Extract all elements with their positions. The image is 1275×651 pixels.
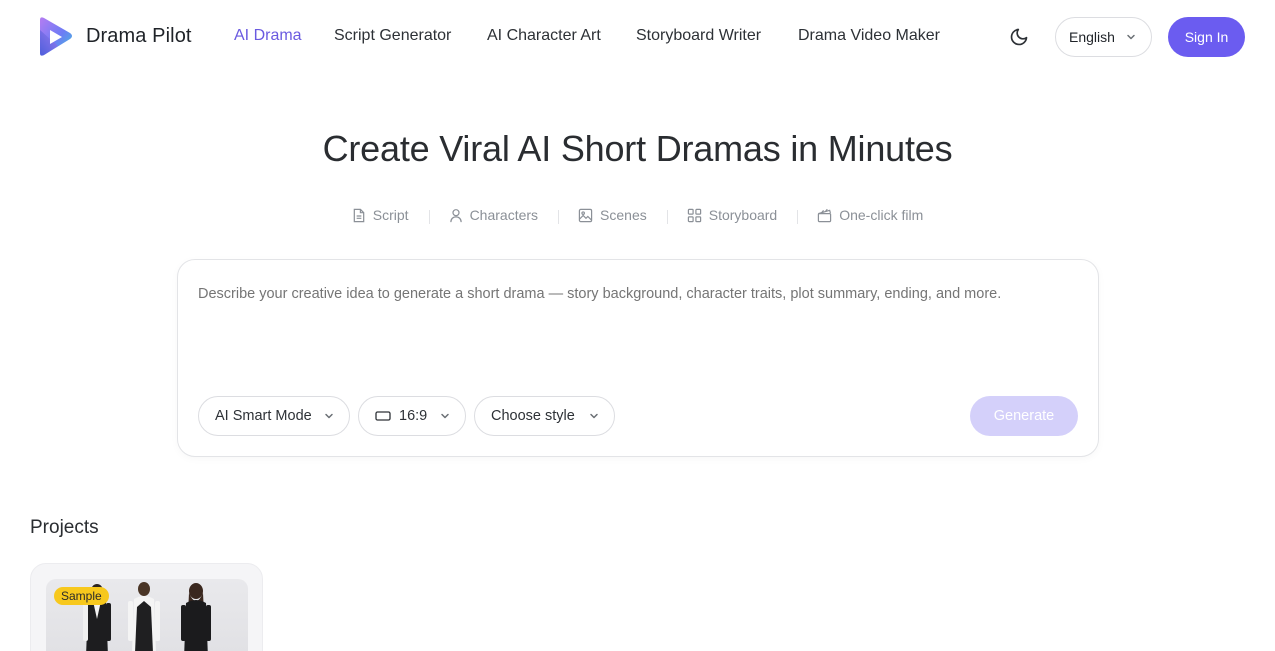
aspect-ratio-select[interactable]: 16:9 [358, 396, 466, 436]
document-icon [353, 208, 365, 222]
clapperboard-icon [818, 208, 832, 222]
language-value: English [1069, 29, 1115, 45]
sign-in-button[interactable]: Sign In [1168, 17, 1245, 57]
style-value: Choose style [491, 408, 575, 424]
nav-ai-drama[interactable]: AI Drama [234, 27, 302, 45]
nav-drama-video-maker[interactable]: Drama Video Maker [798, 27, 940, 45]
moon-icon [1010, 28, 1028, 46]
chevron-down-icon [1127, 34, 1135, 40]
chevron-down-icon [441, 413, 449, 419]
top-header: Drama Pilot AI Drama Script Generator AI… [0, 0, 1275, 74]
chevron-down-icon [590, 413, 598, 419]
mode-select[interactable]: AI Smart Mode [198, 396, 350, 436]
idea-input[interactable] [198, 286, 1078, 376]
project-card[interactable]: Sample [30, 563, 263, 651]
nav-ai-character-art[interactable]: AI Character Art [487, 27, 601, 45]
page-title: Create Viral AI Short Dramas in Minutes [322, 128, 953, 169]
feature-storyboard: Storyboard [666, 207, 797, 224]
language-select[interactable]: English [1055, 17, 1152, 57]
aspect-ratio-value: 16:9 [399, 408, 428, 424]
feature-scenes: Scenes [558, 207, 667, 224]
feature-script: Script [332, 207, 429, 223]
feature-label: Scenes [600, 207, 647, 223]
feature-list: Script Characters Scenes Storyboard One-… [0, 207, 1275, 224]
nav-script-generator[interactable]: Script Generator [334, 27, 451, 45]
feature-label: Characters [469, 207, 539, 223]
feature-one-click-film: One-click film [797, 207, 943, 224]
chevron-down-icon [325, 413, 333, 419]
feature-label: One-click film [839, 207, 924, 223]
aspect-ratio-icon [375, 411, 391, 421]
nav-storyboard-writer[interactable]: Storyboard Writer [636, 27, 761, 45]
theme-toggle-button[interactable] [1006, 24, 1032, 50]
feature-label: Script [372, 207, 409, 223]
image-icon [578, 208, 593, 222]
brand-name[interactable]: Drama Pilot [86, 25, 192, 48]
feature-characters: Characters [428, 207, 558, 224]
grid-icon [687, 208, 701, 222]
style-select[interactable]: Choose style [474, 396, 615, 436]
generate-button[interactable]: Generate [970, 396, 1078, 436]
projects-heading: Projects [30, 517, 99, 538]
feature-label: Storyboard [708, 207, 778, 223]
user-icon [449, 208, 462, 222]
prompt-box: AI Smart Mode 16:9 Choose style Generate [177, 259, 1099, 457]
project-thumbnail: Sample [46, 579, 248, 651]
logo-icon[interactable] [36, 16, 74, 58]
sample-badge: Sample [54, 587, 109, 605]
mode-value: AI Smart Mode [215, 408, 312, 424]
